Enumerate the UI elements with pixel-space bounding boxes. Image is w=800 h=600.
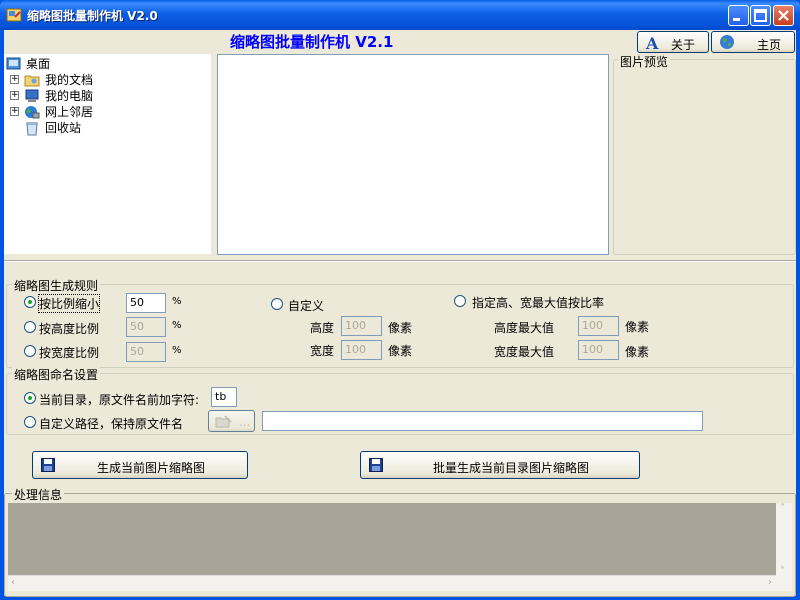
max-width-unit: 像素 [625, 345, 650, 359]
width-ratio-input[interactable]: 50 [126, 342, 166, 362]
folder-documents-icon [24, 75, 40, 87]
separator [4, 260, 796, 262]
tree-label-network: 网上邻居 [45, 105, 94, 119]
width-ratio-percent: % [172, 345, 182, 356]
save-disk-icon [41, 458, 55, 472]
height-ratio-percent: % [172, 320, 182, 331]
scroll-left-icon[interactable]: ‹ [11, 577, 15, 588]
custom-width-unit: 像素 [388, 344, 413, 358]
rules-title: 缩略图生成规则 [12, 277, 101, 294]
batch-generate-label: 批量生成当前目录图片缩略图 [433, 461, 590, 475]
tree-label-my-documents: 我的文档 [45, 73, 94, 87]
preview-group [613, 59, 796, 255]
custom-label: 自定义 [288, 299, 325, 313]
maximize-icon [754, 9, 767, 22]
file-list[interactable] [217, 54, 609, 255]
log-output[interactable] [8, 503, 776, 575]
expand-icon[interactable]: + [10, 91, 19, 100]
recycle-bin-icon [26, 122, 38, 136]
horizontal-scrollbar[interactable]: ‹ › [8, 575, 776, 591]
current-dir-radio[interactable] [24, 392, 36, 404]
browse-ellipsis: ... [239, 415, 251, 429]
batch-generate-button[interactable]: 批量生成当前目录图片缩略图 [360, 451, 640, 479]
custom-radio[interactable] [271, 298, 283, 310]
desktop-icon [6, 57, 21, 70]
max-height-input[interactable]: 100 [578, 316, 619, 336]
max-width-input[interactable]: 100 [578, 340, 619, 360]
max-width-label: 宽度最大值 [494, 345, 555, 359]
custom-height-unit: 像素 [388, 321, 413, 335]
tree-label-recycle-bin: 回收站 [45, 121, 82, 135]
height-ratio-label: 按高度比例 [39, 322, 100, 336]
custom-height-label: 高度 [310, 321, 335, 335]
custom-path-label: 自定义路径，保持原文件名 [39, 417, 184, 431]
app-window: 缩略图批量制作机 V2.0 缩略图批量制作机 V2.1 A 关于 主页 桌面 +… [0, 0, 800, 600]
maximize-button[interactable] [750, 5, 771, 26]
custom-width-input[interactable]: 100 [341, 340, 382, 360]
font-a-icon: A [646, 34, 659, 53]
tree-label-desktop: 桌面 [26, 57, 51, 71]
naming-title: 缩略图命名设置 [12, 366, 101, 383]
generate-current-button[interactable]: 生成当前图片缩略图 [32, 451, 248, 479]
generate-current-label: 生成当前图片缩略图 [97, 461, 206, 475]
expand-icon[interactable]: + [10, 107, 19, 116]
app-heading: 缩略图批量制作机 V2.1 [230, 33, 394, 51]
save-disk-icon [369, 458, 383, 472]
vertical-scrollbar[interactable]: ˄ ˅ [776, 503, 792, 591]
about-label: 关于 [671, 38, 696, 52]
height-ratio-input[interactable]: 50 [126, 317, 166, 337]
prefix-input[interactable]: tb [211, 387, 237, 407]
close-button[interactable] [773, 5, 794, 26]
custom-height-input[interactable]: 100 [341, 316, 382, 336]
width-ratio-label: 按宽度比例 [39, 346, 100, 360]
log-title: 处理信息 [12, 486, 65, 503]
max-radio[interactable] [454, 295, 466, 307]
browse-button[interactable]: ... [208, 410, 255, 432]
custom-path-radio[interactable] [24, 416, 36, 428]
path-input[interactable] [262, 411, 703, 431]
about-button[interactable]: A 关于 [637, 31, 709, 53]
scale-label: 按比例缩小 [37, 294, 101, 313]
window-title: 缩略图批量制作机 V2.0 [27, 9, 158, 23]
title-bar[interactable]: 缩略图批量制作机 V2.0 [0, 0, 800, 30]
max-height-label: 高度最大值 [494, 321, 555, 335]
scale-percent: % [172, 296, 182, 307]
current-dir-label: 当前目录，原文件名前加字符: [39, 393, 200, 407]
scale-input[interactable]: 50 [126, 293, 166, 313]
app-icon [6, 8, 22, 22]
height-ratio-radio[interactable] [24, 321, 36, 333]
close-icon [778, 10, 789, 21]
scroll-right-icon[interactable]: › [768, 577, 772, 588]
max-label: 指定高、宽最大值按比率 [472, 296, 605, 310]
home-label: 主页 [757, 38, 782, 52]
computer-icon [25, 89, 39, 102]
client-area: 缩略图批量制作机 V2.1 A 关于 主页 桌面 + 我的文档 + 我的电脑 +… [4, 30, 796, 597]
expand-icon[interactable]: + [10, 75, 19, 84]
home-button[interactable]: 主页 [711, 31, 795, 53]
browse-folder-icon [215, 415, 232, 428]
tree-label-my-computer: 我的电脑 [45, 89, 94, 103]
globe-icon [720, 35, 734, 49]
custom-width-label: 宽度 [310, 344, 335, 358]
scroll-down-icon[interactable]: ˅ [780, 566, 785, 577]
minimize-button[interactable] [728, 5, 749, 26]
minimize-icon [733, 18, 740, 21]
network-icon [25, 106, 40, 119]
folder-tree[interactable]: 桌面 + 我的文档 + 我的电脑 + 网上邻居 回收站 [4, 54, 211, 254]
max-height-unit: 像素 [625, 320, 650, 334]
width-ratio-radio[interactable] [24, 345, 36, 357]
scale-radio[interactable] [24, 296, 36, 308]
scroll-up-icon[interactable]: ˄ [780, 503, 785, 514]
preview-title: 图片预览 [618, 53, 671, 70]
